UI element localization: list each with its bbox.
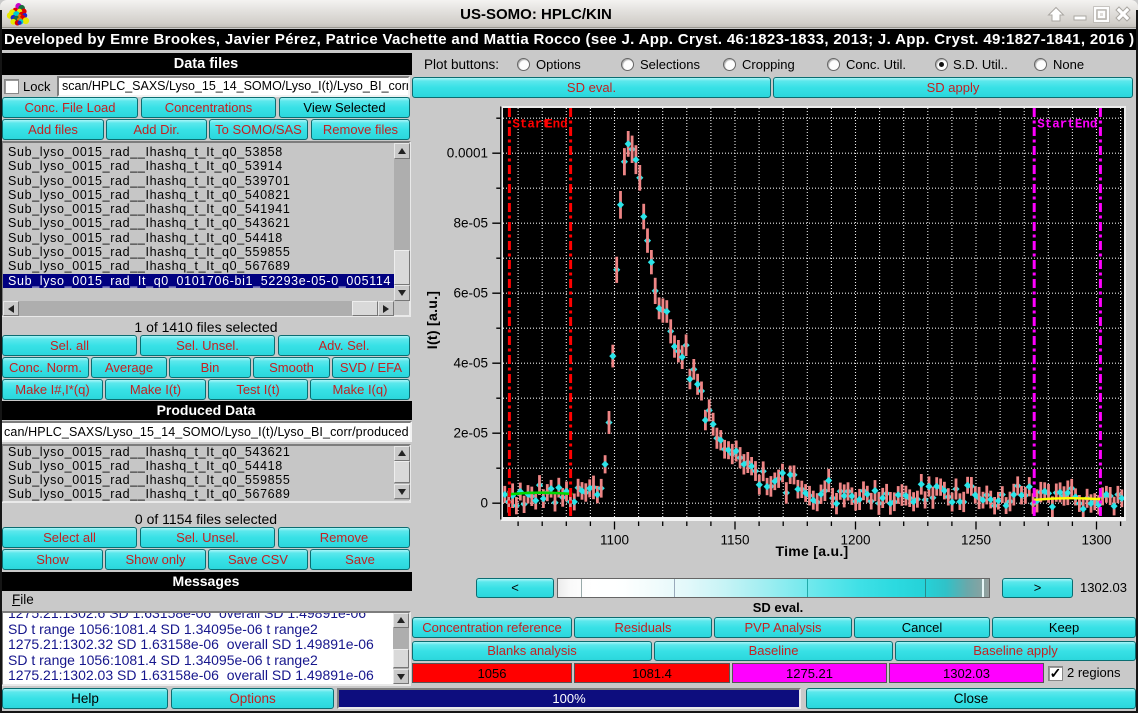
svg-text:8e-05: 8e-05 <box>453 216 488 231</box>
svg-text:1300: 1300 <box>1081 533 1111 548</box>
svg-text:Start: Start <box>1037 118 1075 132</box>
svg-text:1100: 1100 <box>600 533 629 548</box>
svg-text:0: 0 <box>480 496 488 511</box>
svg-text:End: End <box>1075 118 1098 132</box>
svg-text:4e-05: 4e-05 <box>453 356 488 371</box>
svg-text:6e-05: 6e-05 <box>453 286 488 301</box>
svg-text:End: End <box>545 118 568 132</box>
svg-text:1150: 1150 <box>720 533 749 548</box>
svg-text:0.0001: 0.0001 <box>447 146 488 161</box>
svg-text:1250: 1250 <box>961 533 991 548</box>
svg-text:Time [a.u.]: Time [a.u.] <box>775 543 848 559</box>
svg-text:2e-05: 2e-05 <box>453 426 488 441</box>
svg-text:I(t) [a.u.]: I(t) [a.u.] <box>424 291 440 350</box>
